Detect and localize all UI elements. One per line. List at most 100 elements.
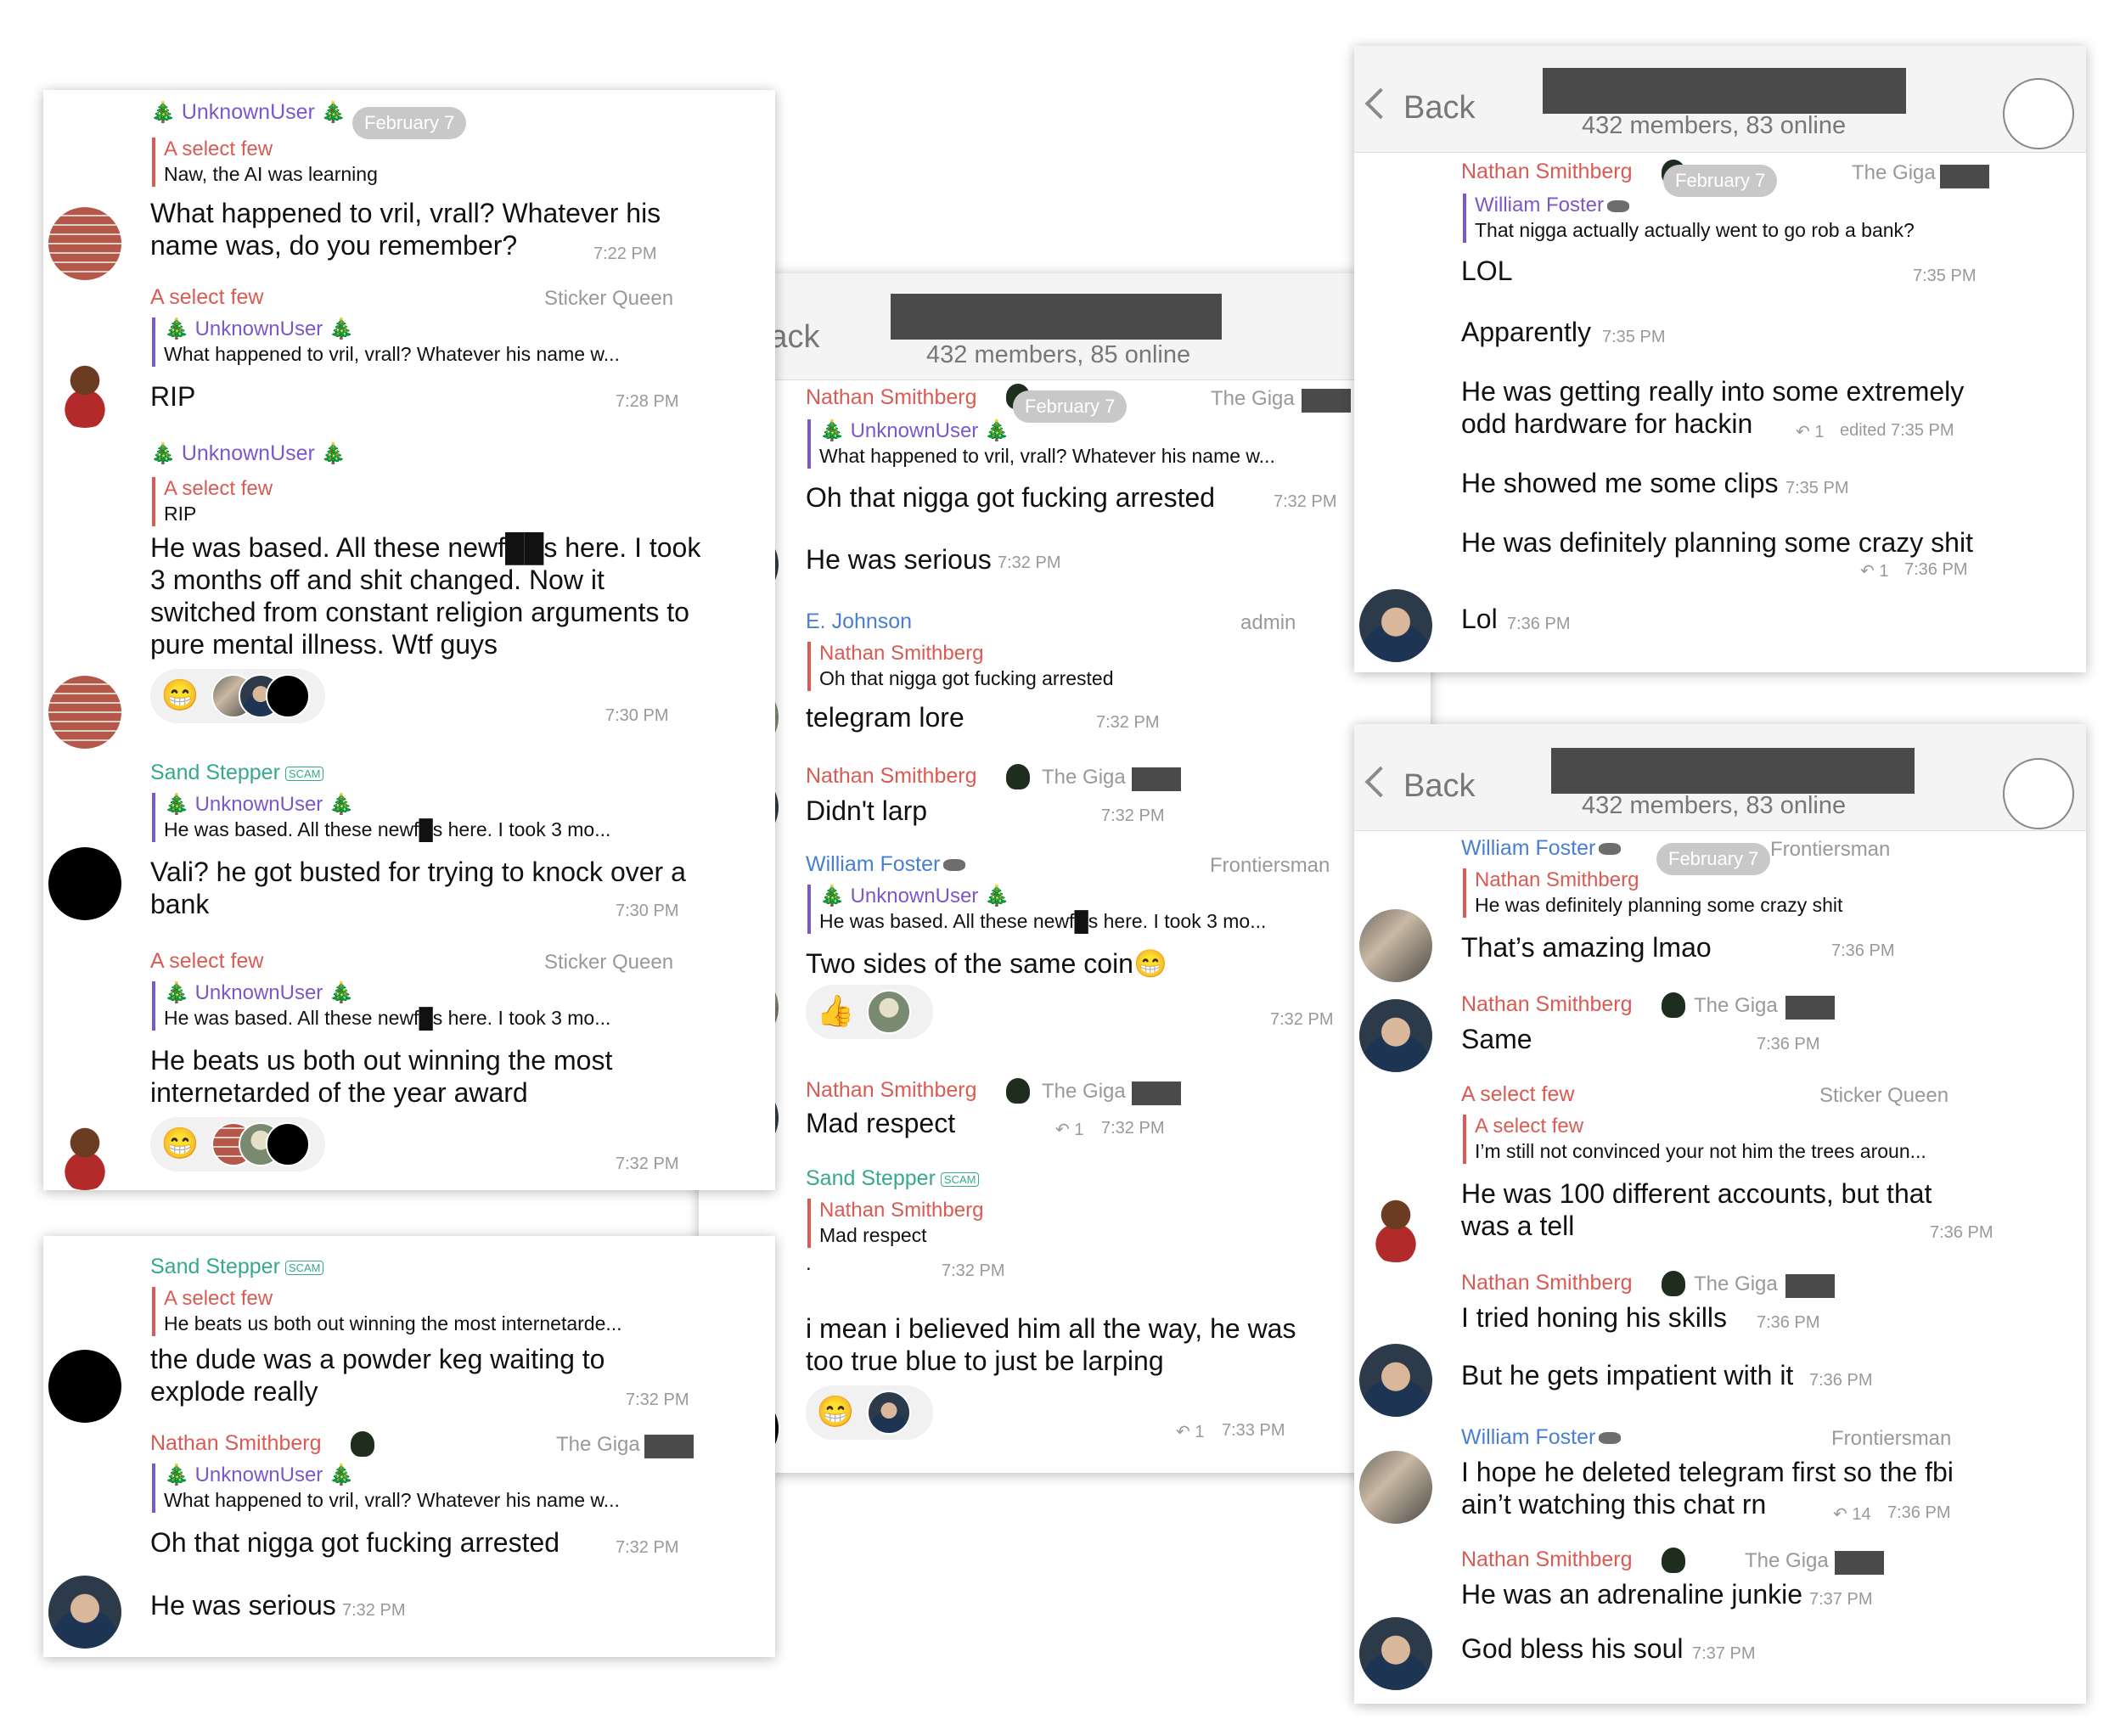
avatar[interactable] [48, 207, 121, 280]
avatar[interactable] [1359, 1344, 1432, 1417]
redacted-role [1940, 165, 1989, 188]
reply-quote[interactable]: Nathan Smithberg He was definitely plann… [1463, 868, 2018, 918]
sender-name[interactable]: William Foster [1461, 1425, 1622, 1450]
message-text: Same [1461, 1024, 1532, 1054]
message-time: 7:32 PM [1101, 806, 1165, 825]
reply-quote[interactable]: Nathan Smithberg Oh that nigga got fucki… [807, 642, 1346, 691]
back-button[interactable]: Back [1364, 87, 1475, 126]
message-time: 7:37 PM [1692, 1644, 1756, 1663]
avatar[interactable] [1359, 1617, 1432, 1690]
reaction-emoji[interactable]: 😁 [160, 1124, 200, 1163]
sender-name[interactable]: Nathan Smithberg [806, 764, 977, 789]
tree-icon: 🎄 [819, 419, 845, 442]
group-avatar[interactable] [2003, 78, 2074, 149]
sender-name[interactable]: Sand Stepper SCAM [806, 1166, 980, 1191]
reply-count[interactable]: ↶ 14 [1833, 1503, 1871, 1525]
sender-name[interactable]: Nathan Smithberg [806, 385, 977, 410]
quote-author: 🎄 UnknownUser 🎄 [164, 317, 690, 341]
reply-count[interactable]: ↶ 1 [1860, 560, 1888, 581]
quote-author: William Foster [1475, 194, 2018, 217]
sender-name[interactable]: Sand Stepper SCAM [150, 761, 324, 785]
group-avatar[interactable] [2003, 758, 2074, 829]
quote-author: 🎄 UnknownUser 🎄 [164, 981, 690, 1005]
role-label: The Giga [1745, 1549, 1829, 1572]
reply-quote[interactable]: 🎄 UnknownUser 🎄 He was based. All these … [152, 793, 690, 842]
helmet-icon [1662, 1548, 1685, 1573]
reply-quote[interactable]: A select few I’m still not convinced you… [1463, 1115, 2018, 1164]
message-text: He was based. All these newf██s here. I … [150, 532, 701, 660]
avatar[interactable] [48, 847, 121, 920]
avatar[interactable] [48, 1350, 121, 1423]
message-text: Didn't larp [806, 795, 928, 826]
reaction-bar[interactable]: 😁 [150, 1117, 325, 1171]
reply-quote[interactable]: William Foster That nigga actually actua… [1463, 194, 2018, 243]
reaction-emoji[interactable]: 😁 [160, 676, 200, 715]
redacted-role [1785, 996, 1835, 1020]
avatar[interactable] [48, 1117, 121, 1190]
avatar[interactable] [1359, 1189, 1432, 1262]
reply-count[interactable]: ↶ 1 [1796, 421, 1824, 442]
reaction-emoji[interactable]: 😁 [816, 1392, 855, 1431]
helmet-icon [1662, 992, 1685, 1018]
sender-name[interactable]: A select few [1461, 1082, 1574, 1107]
sender-name[interactable]: A select few [150, 285, 263, 310]
sender-name-text: William Foster [806, 852, 941, 876]
message-time: 7:36 PM [1809, 1371, 1873, 1390]
quote-author: Nathan Smithberg [819, 642, 984, 665]
reply-quote[interactable]: 🎄 UnknownUser 🎄 He was based. All these … [807, 885, 1346, 934]
reply-quote[interactable]: Nathan Smithberg Mad respect [807, 1199, 1346, 1248]
reply-count[interactable]: ↶ 1 [1176, 1421, 1204, 1442]
back-button[interactable]: Back [1364, 766, 1475, 805]
reaction-bar[interactable]: 😁 [150, 669, 325, 723]
reply-quote[interactable]: 🎄 UnknownUser 🎄 What happened to vril, v… [807, 419, 1346, 469]
avatar[interactable] [48, 676, 121, 749]
quote-author-name: UnknownUser [194, 317, 323, 340]
sender-name[interactable]: Nathan Smithberg [1461, 992, 1633, 1017]
message-time: 7:30 PM [605, 706, 669, 725]
reply-quote[interactable]: 🎄 UnknownUser 🎄 He was based. All these … [152, 981, 690, 1031]
reactor-avatar [266, 674, 310, 718]
avatar[interactable] [1359, 999, 1432, 1072]
sender-name[interactable]: William Foster [1461, 836, 1622, 861]
avatar[interactable] [1359, 909, 1432, 982]
avatar[interactable] [48, 1576, 121, 1649]
avatar[interactable] [48, 355, 121, 428]
sender-name[interactable]: A select few [150, 949, 263, 974]
sender-name[interactable]: Nathan Smithberg [806, 1078, 977, 1103]
reply-quote[interactable]: A select few Naw, the AI was learning [152, 138, 690, 187]
reaction-emoji[interactable]: 👍 [816, 992, 855, 1031]
sender-name[interactable]: Nathan Smithberg [1461, 160, 1633, 184]
chat-header[interactable]: Back 432 members, 83 online [1354, 724, 2086, 831]
message-time: 7:30 PM [616, 902, 679, 920]
sender-name[interactable]: William Foster [806, 852, 966, 877]
role-label: The Giga [1211, 387, 1295, 410]
reply-count-value: 1 [1195, 1423, 1205, 1441]
message-time: 7:32 PM [1274, 492, 1337, 511]
reply-quote[interactable]: A select few He beats us both out winnin… [152, 1287, 690, 1336]
reaction-bar[interactable]: 😁 [806, 1385, 933, 1440]
reply-quote[interactable]: 🎄 UnknownUser 🎄 What happened to vril, v… [152, 1464, 690, 1513]
sender-name[interactable]: Nathan Smithberg [1461, 1548, 1633, 1572]
date-pill: February 7 [352, 107, 467, 139]
sender-name[interactable]: 🎄 UnknownUser 🎄 [150, 100, 346, 125]
message-text: Oh that nigga got fucking arrested [806, 482, 1216, 513]
raccoon-icon [1599, 1432, 1622, 1445]
sender-name[interactable]: 🎄 UnknownUser 🎄 [150, 441, 346, 466]
avatar[interactable] [1359, 1451, 1432, 1524]
avatar[interactable] [1359, 589, 1432, 662]
sender-name[interactable]: Nathan Smithberg [1461, 1271, 1633, 1295]
sender-name[interactable]: Nathan Smithberg [150, 1431, 322, 1456]
quote-text: Naw, the AI was learning [164, 163, 378, 185]
message-time: 7:32 PM [616, 1538, 679, 1557]
message-time: 7:35 PM [1785, 479, 1849, 497]
message-text: telegram lore [806, 702, 964, 733]
reply-quote[interactable]: A select few RIP [152, 477, 690, 526]
sender-name[interactable]: E. Johnson [806, 610, 912, 634]
sender-name[interactable]: Sand Stepper SCAM [150, 1255, 324, 1279]
member-count: 432 members, 83 online [1582, 792, 1847, 819]
reply-quote[interactable]: 🎄 UnknownUser 🎄 What happened to vril, v… [152, 317, 690, 367]
reaction-bar[interactable]: 👍 [806, 985, 933, 1039]
message-text: He showed me some clips [1461, 468, 1779, 498]
reply-count[interactable]: ↶ 1 [1055, 1119, 1083, 1140]
chat-header[interactable]: Back 432 members, 83 online [1354, 46, 2086, 153]
